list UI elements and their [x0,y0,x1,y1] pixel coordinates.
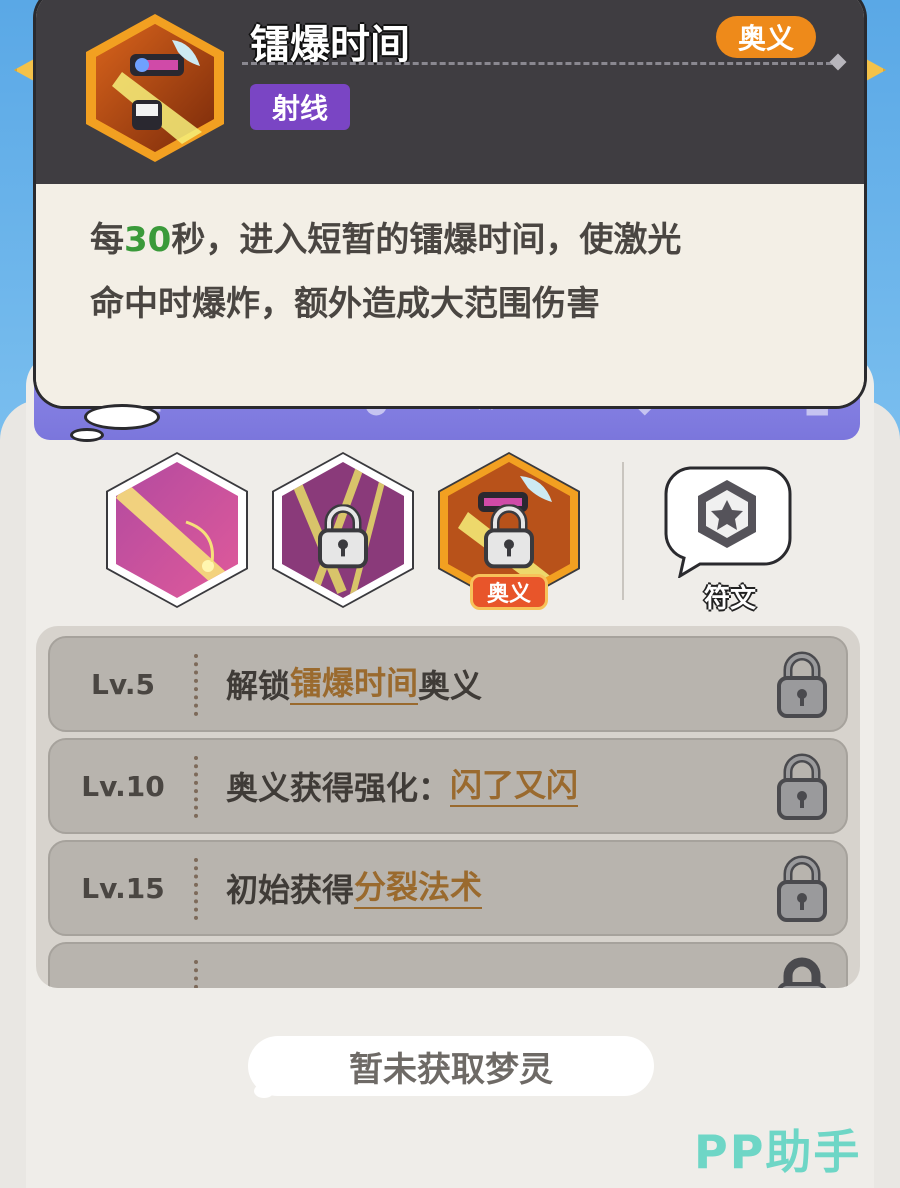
reward-highlight-link[interactable]: 镭爆时间 [290,663,419,705]
skill-slot-3[interactable]: 奥义 [434,448,584,612]
level-row-15: Lv.15 初始获得 分裂法术 [48,840,848,936]
row-divider [194,960,198,988]
level-unlock-list[interactable]: Lv.5 解锁镭爆时间奥义 Lv.10 奥义获得强化：闪了又闪 Lv.15 [36,626,860,988]
reward-prefix: 奥义获得强化： [226,769,451,807]
reward-prefix: 解锁 [226,667,291,705]
rune-label: 符文 [703,584,756,614]
reward-prefix: 初始获得 [226,871,355,909]
skill-tooltip: 镭爆时间 射线 奥义 每30秒，进入短暂的镭爆时间，使激光 命中时爆炸，额外造成… [36,0,864,406]
tooltip-bubble-tail-small [70,428,104,442]
reward-highlight-link[interactable]: 闪了又闪 [450,765,579,807]
level-label: Lv.10 [81,769,165,803]
level-label: Lv.15 [81,871,165,905]
desc-line1-rest: 秒，进入短暂的镭爆时间，使激光 [171,220,682,260]
status-pill: 暂未获取梦灵 [248,1036,654,1096]
desc-prefix: 每 [90,220,124,260]
lock-icon [777,855,827,922]
level-reward-text: 奥义获得强化： 闪了又闪 [226,740,579,832]
rune-button[interactable] [660,462,794,578]
skill-slot-1[interactable] [102,448,252,612]
lock-icon [318,504,368,569]
level-row-partial [48,942,848,988]
level-label: Lv.5 [91,667,155,701]
title-divider [242,62,832,65]
skill-portrait-icon [86,14,224,162]
level-reward-text: 解锁 镭爆时间 奥义 [226,638,482,730]
divider-gem-icon [829,53,847,71]
slot-rank-badge: 奥义 [470,574,548,610]
skill-rank-badge: 奥义 [716,16,816,58]
tooltip-bubble-tail [84,404,160,430]
lock-icon [777,957,827,988]
skill-type-badge: 射线 [250,84,350,130]
desc-number: 30 [124,220,172,260]
slot-divider [622,462,624,600]
reward-highlight-link[interactable]: 分裂法术 [354,867,483,909]
lock-icon [777,753,827,820]
skill-slot-2[interactable] [268,448,418,612]
skill-description: 每30秒，进入短暂的镭爆时间，使激光 命中时爆炸，额外造成大范围伤害 [90,208,810,336]
row-divider [194,858,198,920]
desc-line2: 命中时爆炸，额外造成大范围伤害 [90,284,600,324]
level-reward-text: 初始获得 分裂法术 [226,842,483,934]
level-row-10: Lv.10 奥义获得强化： 闪了又闪 [48,738,848,834]
status-pill-tail [254,1084,274,1098]
lock-icon [777,651,827,718]
lock-icon [484,504,534,569]
level-row-5: Lv.5 解锁 镭爆时间 奥义 [48,636,848,732]
row-divider [194,756,198,818]
skill-tooltip-header: 镭爆时间 射线 奥义 [36,0,864,184]
watermark-logo: PP助手 [694,1125,862,1179]
skill-tooltip-body: 每30秒，进入短暂的镭爆时间，使激光 命中时爆炸，额外造成大范围伤害 [36,184,864,406]
row-divider [194,654,198,716]
reward-suffix: 奥义 [418,667,483,705]
